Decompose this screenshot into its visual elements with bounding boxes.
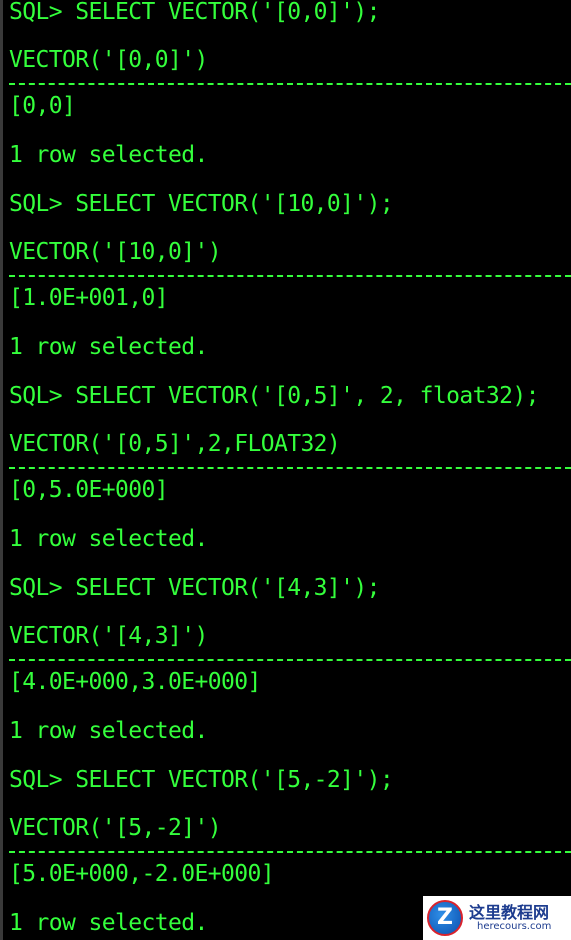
sqlplus-terminal[interactable]: SQL> SELECT VECTOR('[0,0]'); VECTOR('[0,… [0, 0, 571, 940]
logo-title: 这里教程网 [469, 903, 550, 922]
logo-subtitle: herecours.com [477, 921, 552, 932]
sql-command-line: SQL> SELECT VECTOR('[4,3]'); [9, 575, 381, 601]
result-value: [4.0E+000,3.0E+000] [9, 669, 261, 695]
sql-command-line: SQL> SELECT VECTOR('[0,5]', 2, float32); [9, 383, 539, 409]
site-watermark-logo: Z 这里教程网 herecours.com [423, 896, 571, 940]
logo-emblem-icon: Z [427, 900, 463, 936]
sql-command-line: SQL> SELECT VECTOR('[5,-2]'); [9, 767, 394, 793]
header-separator [9, 275, 571, 277]
rows-selected-status: 1 row selected. [9, 718, 208, 744]
result-column-header: VECTOR('[4,3]') [9, 623, 208, 649]
header-separator [9, 659, 571, 661]
result-column-header: VECTOR('[0,0]') [9, 47, 208, 73]
rows-selected-status: 1 row selected. [9, 142, 208, 168]
header-separator [9, 467, 571, 469]
result-column-header: VECTOR('[10,0]') [9, 239, 222, 265]
sql-command-line: SQL> SELECT VECTOR('[0,0]'); [9, 0, 381, 25]
header-separator [9, 851, 571, 853]
logo-letter: Z [437, 905, 453, 930]
result-value: [1.0E+001,0] [9, 285, 169, 311]
rows-selected-status: 1 row selected. [9, 910, 208, 936]
header-separator [9, 83, 571, 85]
result-column-header: VECTOR('[0,5]',2,FLOAT32) [9, 431, 341, 457]
result-value: [5.0E+000,-2.0E+000] [9, 861, 275, 887]
rows-selected-status: 1 row selected. [9, 526, 208, 552]
result-value: [0,0] [9, 93, 76, 119]
rows-selected-status: 1 row selected. [9, 334, 208, 360]
result-column-header: VECTOR('[5,-2]') [9, 815, 222, 841]
sql-command-line: SQL> SELECT VECTOR('[10,0]'); [9, 191, 394, 217]
result-value: [0,5.0E+000] [9, 477, 169, 503]
